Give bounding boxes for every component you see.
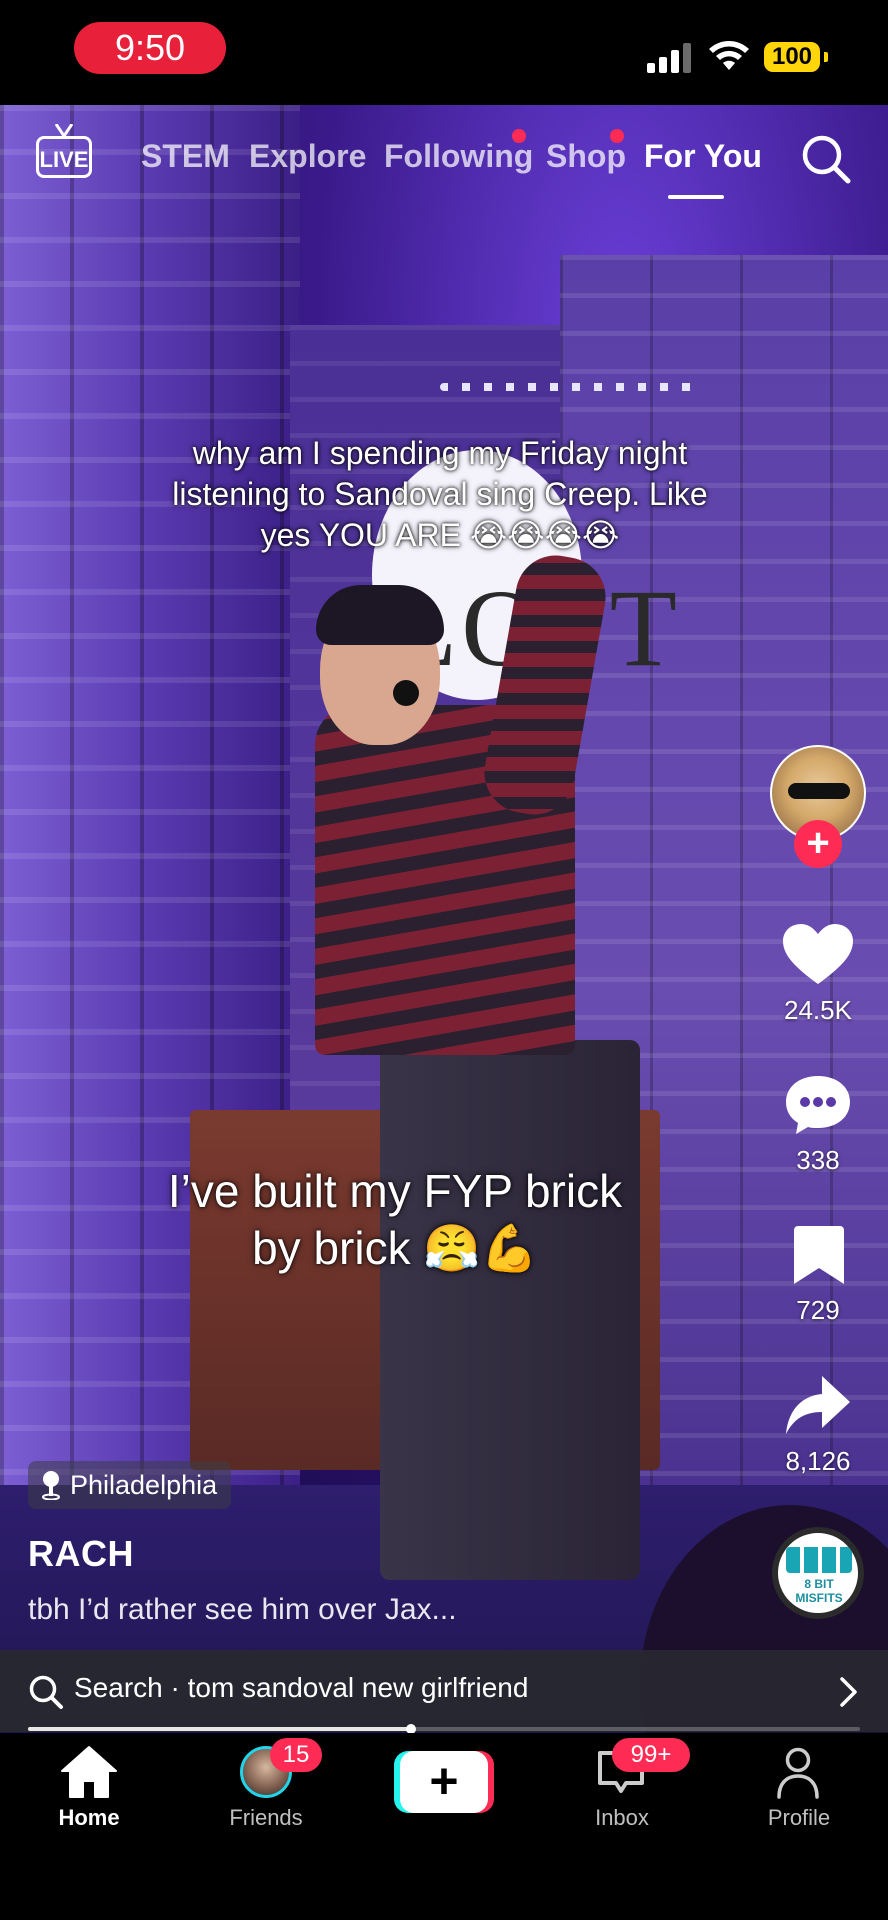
tab-profile-label[interactable]: Profile (719, 1805, 879, 1831)
friends-badge: 15 (270, 1738, 322, 1772)
comment-count: 338 (796, 1145, 840, 1175)
ceiling-lights (440, 383, 700, 391)
profile-icon[interactable] (776, 1747, 820, 1799)
active-tab-indicator (668, 195, 724, 199)
status-time: 9:50 (74, 22, 226, 74)
video-progress-fill (28, 1727, 411, 1731)
video-caption-top: why am I spending my Friday night listen… (172, 435, 708, 553)
chevron-right-icon[interactable] (838, 1676, 860, 1708)
video-caption-middle: I’ve built my FYP brick by brick 😤💪 (167, 1165, 623, 1274)
shop-notification-dot (610, 129, 624, 143)
location-tag[interactable]: Philadelphia (28, 1461, 232, 1509)
tab-following[interactable]: Following (384, 136, 533, 176)
music-disc-label: 8 BIT MISFITS (795, 1577, 843, 1605)
live-button[interactable]: LIVE (36, 136, 92, 178)
battery-tip (824, 52, 828, 62)
video-progress-bar[interactable] (28, 1724, 860, 1734)
search-icon[interactable] (800, 133, 852, 185)
heart-icon[interactable] (783, 924, 853, 986)
performer-legs (380, 1040, 640, 1580)
share-count: 8,126 (785, 1446, 851, 1476)
home-icon[interactable] (60, 1745, 118, 1799)
save-count: 729 (796, 1295, 840, 1325)
search-icon (29, 1675, 63, 1709)
post-description[interactable]: tbh I’d rather see him over Jax... (28, 1593, 457, 1627)
tab-explore[interactable]: Explore (249, 136, 366, 176)
wifi-icon (709, 41, 749, 70)
creator-username[interactable]: RACH (28, 1533, 134, 1575)
bookmark-icon[interactable] (794, 1226, 844, 1284)
cellular-signal-icon (647, 43, 691, 73)
comment-icon[interactable] (784, 1074, 852, 1136)
avatar-sunglasses (788, 783, 850, 799)
following-notification-dot (512, 129, 526, 143)
create-plus-icon: + (400, 1751, 488, 1813)
battery-icon: 100 (764, 42, 820, 72)
microphone (393, 680, 419, 706)
share-icon[interactable] (786, 1376, 850, 1436)
performer-hair (316, 585, 444, 645)
inbox-badge: 99+ (612, 1738, 690, 1772)
disc-art-pattern (786, 1547, 852, 1573)
location-pin-icon (42, 1471, 60, 1500)
follow-plus-button[interactable]: + (794, 820, 842, 868)
tab-for-you[interactable]: For You (644, 136, 762, 176)
status-bar: 9:50 100 (0, 0, 888, 105)
tab-home-label[interactable]: Home (9, 1805, 169, 1831)
tab-friends-label[interactable]: Friends (186, 1805, 346, 1831)
music-disc[interactable]: 8 BIT MISFITS (772, 1527, 864, 1619)
location-label: Philadelphia (70, 1469, 218, 1500)
related-search-text[interactable]: Search · tom sandoval new girlfriend (74, 1672, 528, 1704)
tab-stem[interactable]: STEM (141, 136, 230, 176)
tab-inbox-label[interactable]: Inbox (542, 1805, 702, 1831)
create-button[interactable]: + (394, 1751, 494, 1813)
live-antenna-icon (54, 124, 74, 138)
like-count: 24.5K (784, 995, 852, 1025)
